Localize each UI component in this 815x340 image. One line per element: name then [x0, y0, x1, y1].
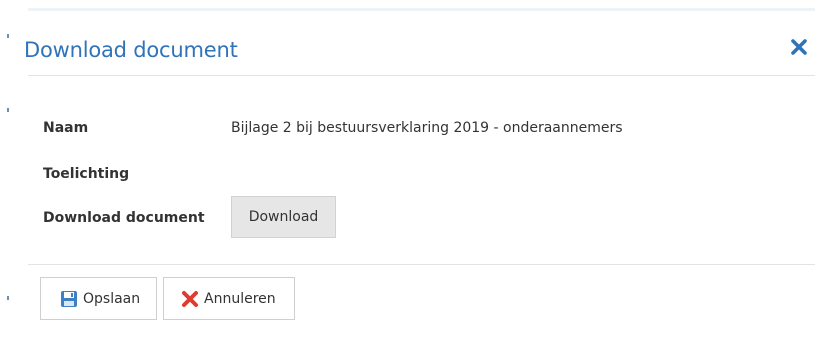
left-edge [0, 0, 6, 340]
download-button[interactable]: Download [231, 196, 336, 238]
edge-marker [7, 108, 9, 112]
cancel-button[interactable]: Annuleren [163, 277, 295, 320]
naam-label: Naam [43, 120, 89, 136]
header-divider [28, 75, 815, 76]
red-x-icon [181, 290, 199, 308]
close-button[interactable] [789, 37, 809, 57]
download-dialog: Download document Naam Bijlage 2 bij bes… [10, 12, 815, 340]
edge-marker [7, 34, 9, 38]
naam-value: Bijlage 2 bij bestuursverklaring 2019 - … [231, 120, 623, 136]
save-button[interactable]: Opslaan [40, 277, 157, 320]
close-icon [791, 39, 807, 55]
cancel-button-label: Annuleren [204, 290, 276, 307]
footer-divider [28, 264, 815, 265]
dialog-title: Download document [24, 38, 238, 62]
save-button-label: Opslaan [83, 290, 141, 307]
download-document-label: Download document [43, 210, 205, 226]
edge-marker [7, 296, 9, 300]
toelichting-label: Toelichting [43, 166, 130, 182]
window-top-border [28, 8, 815, 11]
floppy-disk-icon [60, 290, 78, 308]
